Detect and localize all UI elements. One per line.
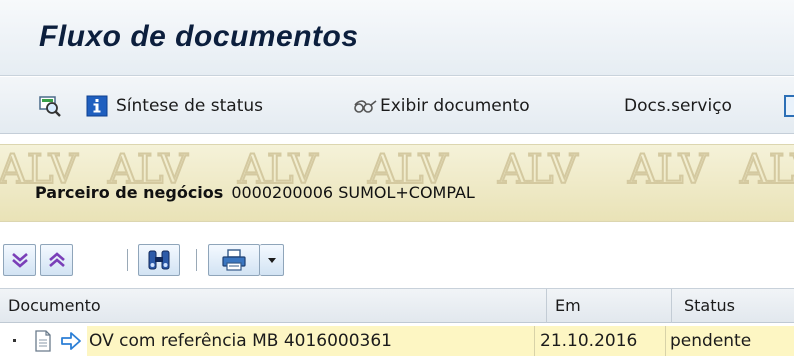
find-related-icon	[38, 94, 62, 118]
print-icon	[220, 248, 248, 272]
page-title: Fluxo de documentos	[39, 20, 359, 53]
expand-all-icon	[10, 250, 30, 270]
find-related-button[interactable]	[38, 77, 62, 134]
find-button[interactable]	[138, 244, 180, 276]
document-icon	[34, 330, 52, 352]
application-toolbar: Síntese de status Exibir documento Docs.…	[0, 77, 794, 134]
service-docs-label: Docs.serviço	[624, 95, 732, 116]
grid-toolbar	[0, 238, 794, 284]
business-partner-field: Parceiro de negócios 0000200006 SUMOL+COM…	[35, 183, 475, 202]
expand-all-button[interactable]	[3, 244, 36, 276]
partner-label: Parceiro de negócios	[35, 183, 224, 202]
status-summary-label: Síntese de status	[116, 95, 264, 116]
svg-text:ALV: ALV	[627, 147, 709, 193]
print-menu-button[interactable]	[260, 244, 284, 276]
toolbar-overflow-button[interactable]	[784, 95, 794, 117]
column-header-documento[interactable]: Documento	[0, 289, 546, 323]
display-document-icon	[352, 95, 378, 117]
cell-date: 21.10.2016	[535, 326, 665, 356]
info-icon	[86, 95, 108, 117]
toolbar-separator	[196, 249, 197, 271]
grid-header: Documento Em Status	[0, 288, 794, 323]
service-docs-button[interactable]: Docs.serviço	[624, 77, 732, 134]
title-bar: Fluxo de documentos	[0, 0, 794, 76]
collapse-all-icon	[47, 250, 67, 270]
display-document-label: Exibir documento	[380, 95, 530, 116]
svg-text:ALV: ALV	[497, 147, 579, 193]
svg-text:ALV: ALV	[739, 147, 794, 193]
column-header-status[interactable]: Status	[672, 289, 794, 323]
column-header-em[interactable]: Em	[547, 289, 671, 323]
partner-value: 0000200006 SUMOL+COMPAL	[231, 183, 475, 202]
cell-status: pendente	[666, 326, 794, 356]
table-row[interactable]: OV com referência MB 4016000361 21.10.20…	[0, 324, 794, 358]
header-info-panel: ALV ALV ALV ALV ALV ALV ALV Parceiro de …	[0, 144, 794, 222]
print-button[interactable]	[208, 244, 260, 276]
toolbar-separator	[127, 249, 128, 271]
cell-document[interactable]: OV com referência MB 4016000361	[87, 326, 534, 356]
display-document-button[interactable]: Exibir documento	[352, 77, 530, 134]
status-summary-button[interactable]: Síntese de status	[86, 77, 263, 134]
find-icon	[146, 248, 172, 272]
arrow-right-icon	[60, 331, 82, 351]
tree-bullet-icon	[12, 338, 18, 344]
dropdown-arrow-icon	[267, 255, 277, 265]
collapse-all-button[interactable]	[40, 244, 73, 276]
